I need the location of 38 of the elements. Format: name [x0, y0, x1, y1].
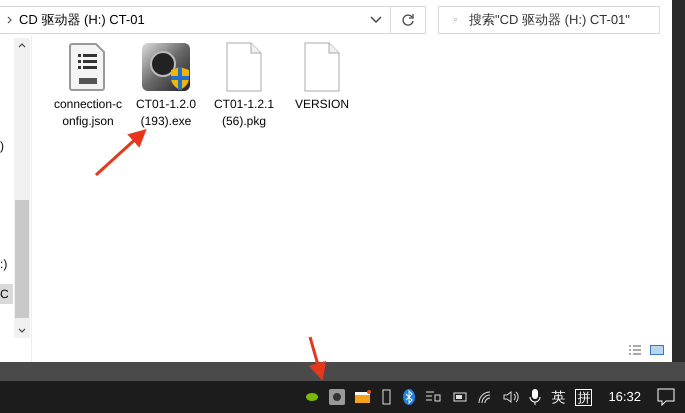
- refresh-icon[interactable]: [401, 13, 415, 27]
- file-name[interactable]: CT01-1.2.0(193).exe: [131, 96, 201, 130]
- json-file-icon: [68, 42, 108, 92]
- input-language[interactable]: 英: [551, 386, 566, 408]
- microphone-icon[interactable]: [529, 388, 542, 406]
- file-icon: [304, 42, 340, 92]
- arrow-annotation: [308, 336, 326, 381]
- address-path: CD 驱动器 (H:) CT-01: [19, 11, 146, 30]
- projection-icon[interactable]: [425, 390, 442, 404]
- scroll-down-icon[interactable]: [18, 328, 26, 333]
- navigation-item[interactable]: :): [0, 254, 13, 274]
- window-icon[interactable]: [355, 390, 372, 404]
- application-icon: [141, 42, 191, 92]
- details-view-icon[interactable]: [628, 344, 642, 356]
- arrow-annotation: [95, 128, 147, 176]
- search-field[interactable]: 搜索"CD 驱动器 (H:) CT-01": [438, 6, 660, 34]
- file-name[interactable]: CT01-1.2.1(56).pkg: [209, 96, 279, 130]
- scroll-up-icon[interactable]: [18, 43, 26, 48]
- dropdown-icon[interactable]: [370, 16, 382, 24]
- file-name[interactable]: VERSION: [287, 96, 357, 113]
- notification-icon[interactable]: [657, 388, 675, 406]
- battery-icon[interactable]: [451, 391, 468, 403]
- file-name[interactable]: connection-config.json: [53, 96, 123, 130]
- chevron-icon: [7, 16, 12, 24]
- file-icon: [226, 42, 262, 92]
- navigation-item[interactable]: ): [0, 136, 13, 156]
- bluetooth-icon[interactable]: [403, 389, 416, 405]
- usb-drive-icon[interactable]: [381, 389, 394, 405]
- input-method[interactable]: 拼: [575, 388, 592, 406]
- scrollbar[interactable]: [14, 38, 30, 338]
- speaker-icon[interactable]: [503, 390, 520, 404]
- application-tray-icon[interactable]: [329, 389, 346, 405]
- graphics-driver-icon[interactable]: [305, 392, 320, 402]
- clock-time[interactable]: 16:32: [602, 387, 647, 407]
- scrollbar-thumb[interactable]: [15, 200, 29, 318]
- large-icons-view-icon[interactable]: [650, 344, 664, 356]
- navigation-item[interactable]: C: [0, 284, 13, 304]
- address-bar[interactable]: CD 驱动器 (H:) CT-01: [0, 6, 426, 34]
